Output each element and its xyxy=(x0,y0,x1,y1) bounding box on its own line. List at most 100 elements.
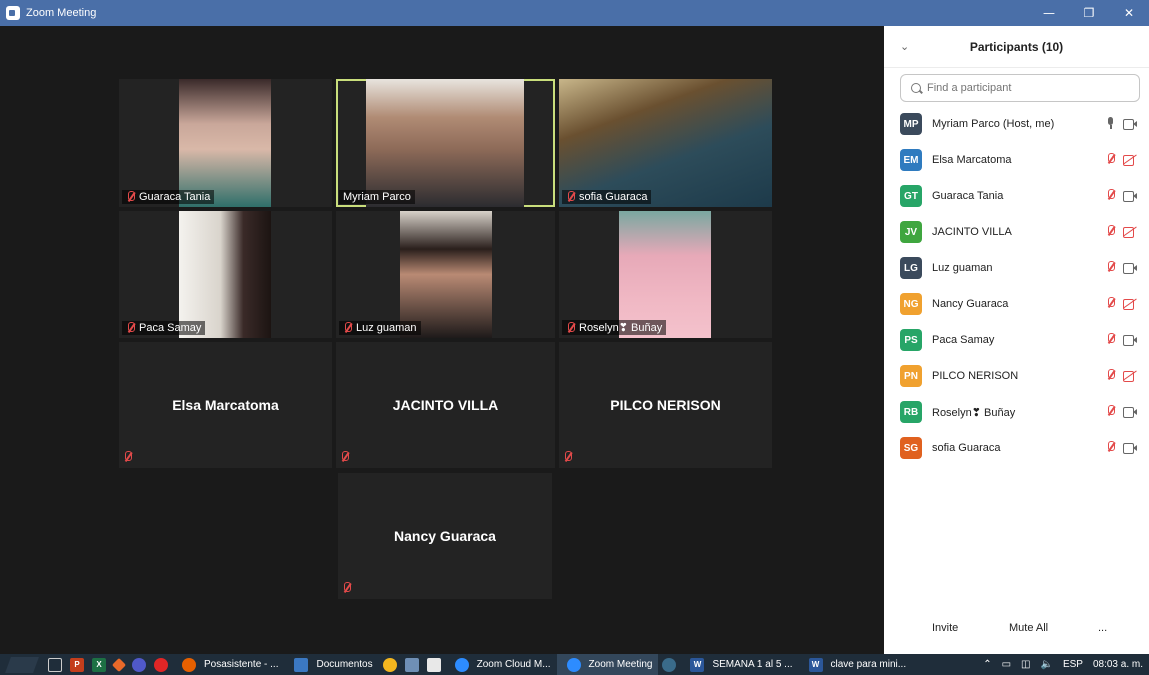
tile-name-label: Luz guaman xyxy=(339,321,421,335)
taskbar-item-firefox[interactable]: Posasistente - ... xyxy=(172,654,284,675)
search-input[interactable] xyxy=(927,82,1127,94)
file-icon[interactable] xyxy=(426,657,441,672)
video-off-icon[interactable] xyxy=(1123,226,1137,238)
zoom-window: Zoom Meeting — ❐ ✕ Guaraca Tania Myriam … xyxy=(0,0,1149,675)
muted-mic-icon[interactable] xyxy=(1106,225,1115,237)
avast-icon[interactable] xyxy=(111,657,127,672)
video-tile-active-speaker[interactable]: Myriam Parco xyxy=(336,79,555,207)
participant-name: Nancy Guaraca xyxy=(932,298,1009,310)
participant-name: Nancy Guaraca xyxy=(394,528,496,544)
participant-name: sofia Guaraca xyxy=(932,442,1001,454)
app-icon[interactable] xyxy=(662,657,677,672)
muted-mic-icon[interactable] xyxy=(1106,405,1115,417)
avatar: EM xyxy=(900,149,922,171)
muted-mic-icon xyxy=(566,191,575,203)
video-icon[interactable] xyxy=(1123,118,1137,130)
participant-row[interactable]: NG Nancy Guaraca xyxy=(884,286,1149,322)
video-tile[interactable]: Elsa Marcatoma xyxy=(119,342,332,468)
video-tile[interactable]: Paca Samay xyxy=(119,211,332,338)
powerpoint-icon[interactable]: P xyxy=(70,657,84,672)
participant-row[interactable]: LG Luz guaman xyxy=(884,250,1149,286)
video-tile[interactable]: PILCO NERISON xyxy=(559,342,772,468)
participant-search[interactable] xyxy=(900,74,1140,102)
participant-name: Elsa Marcatoma xyxy=(932,154,1012,166)
tile-name-label: Guaraca Tania xyxy=(122,190,215,204)
panel-footer: Invite Mute All ... xyxy=(884,606,1149,654)
more-options-button[interactable]: ... xyxy=(1098,622,1107,634)
video-tile[interactable]: Roselyn❣ Buñay xyxy=(559,211,772,338)
muted-mic-icon[interactable] xyxy=(1106,369,1115,381)
participant-name: Luz guaman xyxy=(932,262,993,274)
taskbar-item-zoom-meeting[interactable]: Zoom Meeting xyxy=(556,654,659,675)
network-icon[interactable]: ▭ xyxy=(1002,659,1011,670)
video-off-icon[interactable] xyxy=(1123,370,1137,382)
participant-name: Paca Samay xyxy=(932,334,995,346)
video-tile[interactable]: sofia Guaraca xyxy=(559,79,772,207)
video-feed xyxy=(366,79,524,207)
mute-all-button[interactable]: Mute All xyxy=(1009,622,1048,634)
muted-mic-icon[interactable] xyxy=(1106,261,1115,273)
muted-mic-icon[interactable] xyxy=(1106,333,1115,345)
start-button[interactable] xyxy=(0,654,44,675)
participant-row[interactable]: PN PILCO NERISON xyxy=(884,358,1149,394)
opera-icon[interactable] xyxy=(154,657,168,672)
chevron-up-icon[interactable]: ⌃ xyxy=(983,659,991,670)
task-view-icon[interactable] xyxy=(48,657,62,672)
participant-name: Elsa Marcatoma xyxy=(172,397,279,413)
search-icon xyxy=(911,83,921,93)
language-indicator[interactable]: ESP xyxy=(1063,659,1083,670)
zoom-icon xyxy=(454,657,469,672)
video-tile[interactable]: Nancy Guaraca xyxy=(338,473,552,599)
muted-mic-icon[interactable] xyxy=(1106,297,1115,309)
participant-row[interactable]: SG sofia Guaraca xyxy=(884,430,1149,466)
windows-taskbar: P X Posasistente - ... Documentos Zoom C… xyxy=(0,654,1149,675)
taskbar-item-zoom-cloud[interactable]: Zoom Cloud M... xyxy=(445,654,557,675)
chrome-icon[interactable] xyxy=(382,657,397,672)
excel-icon[interactable]: X xyxy=(92,657,106,672)
video-tile[interactable]: JACINTO VILLA xyxy=(336,342,555,468)
video-icon[interactable] xyxy=(1123,334,1137,346)
document-icon xyxy=(294,657,309,672)
minimize-button[interactable]: — xyxy=(1029,0,1069,26)
participant-list: MP Myriam Parco (Host, me) EM Elsa Marca… xyxy=(884,106,1149,466)
taskbar-item-documents[interactable]: Documentos xyxy=(284,654,378,675)
restore-button[interactable]: ❐ xyxy=(1069,0,1109,26)
video-feed xyxy=(559,79,772,207)
taskbar-item-word-clave[interactable]: Wclave para mini... xyxy=(799,654,913,675)
participant-name: Myriam Parco (Host, me) xyxy=(932,118,1055,130)
video-tile[interactable]: Luz guaman xyxy=(336,211,555,338)
teams-icon[interactable] xyxy=(132,657,146,672)
participant-row[interactable]: PS Paca Samay xyxy=(884,322,1149,358)
video-icon[interactable] xyxy=(1123,442,1137,454)
video-off-icon[interactable] xyxy=(1123,154,1137,166)
system-tray: ⌃ ▭ ◫ 🔈 ESP 08:03 a. m. xyxy=(983,654,1143,675)
video-icon[interactable] xyxy=(1123,406,1137,418)
participant-name: PILCO NERISON xyxy=(932,370,1019,382)
app-icon[interactable] xyxy=(404,657,419,672)
avatar: PN xyxy=(900,365,922,387)
muted-mic-icon[interactable] xyxy=(1106,189,1115,201)
video-icon[interactable] xyxy=(1123,262,1137,274)
participant-row[interactable]: MP Myriam Parco (Host, me) xyxy=(884,106,1149,142)
participant-row[interactable]: RB Roselyn❣ Buñay xyxy=(884,394,1149,430)
video-off-icon[interactable] xyxy=(1123,298,1137,310)
participant-row[interactable]: JV JACINTO VILLA xyxy=(884,214,1149,250)
mic-icon[interactable] xyxy=(1107,117,1115,129)
muted-mic-icon xyxy=(340,451,349,463)
video-feed xyxy=(179,211,271,338)
volume-icon[interactable]: 🔈 xyxy=(1041,659,1053,670)
participant-row[interactable]: GT Guaraca Tania xyxy=(884,178,1149,214)
taskbar-item-word-semana[interactable]: W SEMANA 1 al 5 ... xyxy=(680,654,798,675)
clock[interactable]: 08:03 a. m. xyxy=(1093,659,1143,670)
avatar: SG xyxy=(900,437,922,459)
video-icon[interactable] xyxy=(1123,190,1137,202)
muted-mic-icon[interactable] xyxy=(1106,441,1115,453)
close-button[interactable]: ✕ xyxy=(1109,0,1149,26)
video-tile[interactable]: Guaraca Tania xyxy=(119,79,332,207)
tile-name-label: Myriam Parco xyxy=(339,190,415,204)
battery-icon[interactable]: ◫ xyxy=(1021,659,1030,670)
participant-row[interactable]: EM Elsa Marcatoma xyxy=(884,142,1149,178)
invite-button[interactable]: Invite xyxy=(932,622,958,634)
muted-mic-icon[interactable] xyxy=(1106,153,1115,165)
chevron-down-icon[interactable]: ⌄ xyxy=(900,40,909,53)
